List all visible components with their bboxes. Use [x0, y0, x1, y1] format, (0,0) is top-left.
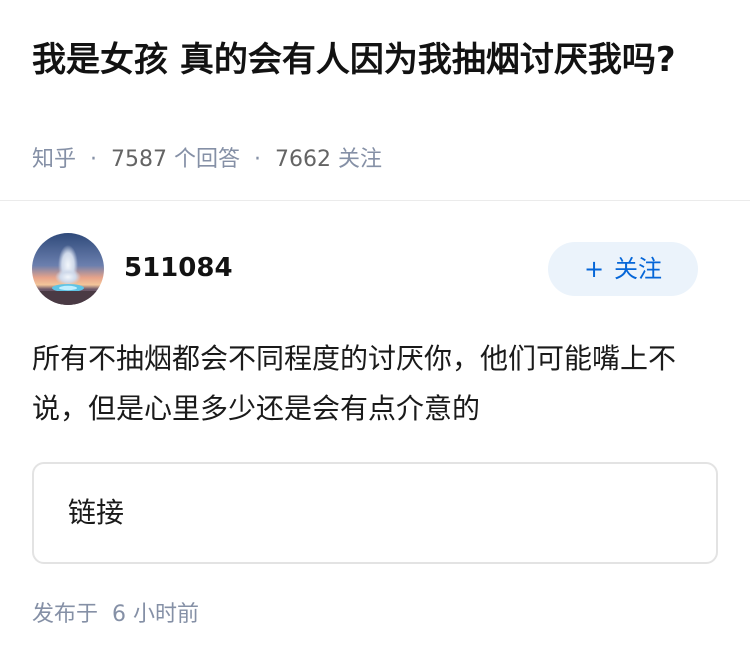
follower-count: 7662	[275, 147, 332, 172]
answer-count-label: 个回答	[174, 147, 241, 172]
geyser-landscape-avatar-icon	[32, 233, 104, 305]
divider	[0, 200, 750, 201]
answer-content[interactable]: 所有不抽烟都会不同程度的讨厌你，他们可能嘴上不说，但是心里多少还是会有点介意的	[32, 334, 718, 434]
question-meta: 知乎 · 7587 个回答 · 7662 关注	[32, 145, 382, 175]
author-avatar[interactable]	[32, 233, 104, 305]
follower-count-label: 关注	[338, 147, 383, 172]
follow-button[interactable]: + 关注	[548, 242, 698, 296]
question-title[interactable]: 我是女孩 真的会有人因为我抽烟讨厌我吗?	[32, 34, 712, 86]
meta-separator: ·	[254, 147, 262, 172]
answer-page: 我是女孩 真的会有人因为我抽烟讨厌我吗? 知乎 · 7587 个回答 · 7662 关注	[0, 0, 750, 666]
author-name[interactable]: 511084	[124, 250, 233, 286]
publish-time: 发布于 6 小时前	[32, 602, 199, 627]
link-card[interactable]: 链接	[32, 462, 718, 564]
source-label[interactable]: 知乎	[32, 147, 76, 172]
plus-icon: +	[583, 255, 605, 283]
meta-separator: ·	[90, 147, 98, 172]
follow-button-label: 关注	[614, 255, 663, 283]
link-card-label: 链接	[68, 496, 125, 529]
answer-count: 7587	[111, 147, 168, 172]
